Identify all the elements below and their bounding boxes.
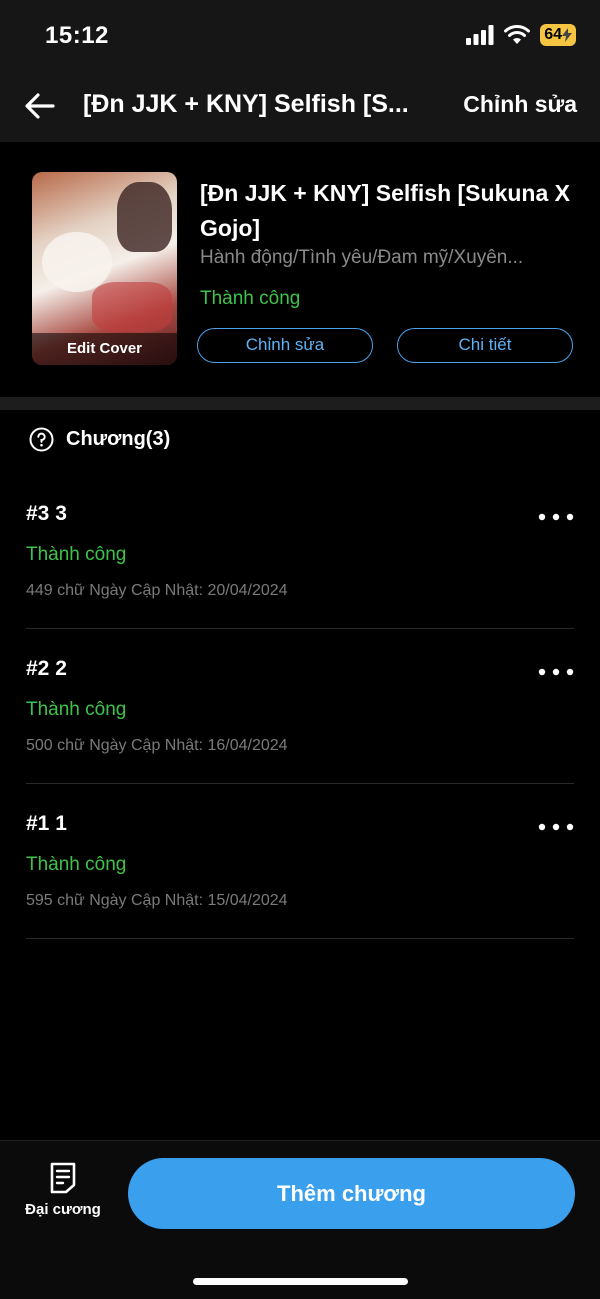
- book-detail-button[interactable]: Chi tiết: [397, 328, 573, 363]
- chapter-meta: 595 chữ Ngày Cập Nhật: 15/04/2024: [26, 892, 288, 909]
- chapter-item[interactable]: #1 1 Thành công 595 chữ Ngày Cập Nhật: 1…: [26, 784, 574, 939]
- wifi-icon: [504, 25, 531, 44]
- document-icon: [50, 1162, 76, 1194]
- charging-bolt-icon: [562, 28, 572, 42]
- more-options-icon[interactable]: [538, 510, 574, 524]
- book-title: [Đn JJK + KNY] Selfish [Sukuna X Gojo]: [200, 180, 570, 241]
- chapter-meta: 449 chữ Ngày Cập Nhật: 20/04/2024: [26, 582, 288, 599]
- chapters-title: Chương(3): [66, 428, 171, 450]
- status-icons: 64: [466, 24, 576, 46]
- add-chapter-button[interactable]: Thêm chương: [128, 1158, 575, 1229]
- more-options-icon[interactable]: [538, 665, 574, 679]
- chapter-title: #2 2: [26, 657, 67, 680]
- section-divider: [0, 397, 600, 410]
- arrow-left-icon: [25, 93, 55, 119]
- battery-indicator: 64: [540, 24, 576, 46]
- edit-cover-label[interactable]: Edit Cover: [32, 333, 177, 365]
- book-cover[interactable]: Edit Cover: [32, 172, 177, 365]
- chapter-title: #1 1: [26, 812, 67, 835]
- book-genres: Hành động/Tình yêu/Đam mỹ/Xuyên...: [200, 247, 524, 268]
- chapter-status: Thành công: [26, 854, 127, 875]
- battery-level: 64: [544, 26, 562, 43]
- chapter-title: #3 3: [26, 502, 67, 525]
- chapter-status: Thành công: [26, 699, 127, 720]
- help-circle-icon[interactable]: [29, 427, 54, 452]
- cover-art: [117, 182, 172, 252]
- chapter-item[interactable]: #3 3 Thành công 449 chữ Ngày Cập Nhật: 2…: [26, 474, 574, 629]
- outline-label: Đại cương: [25, 1201, 101, 1218]
- status-bar: 15:12 64: [0, 0, 600, 72]
- cover-art: [42, 232, 112, 292]
- home-indicator[interactable]: [193, 1278, 408, 1285]
- chapter-meta: 500 chữ Ngày Cập Nhật: 16/04/2024: [26, 737, 288, 754]
- chapter-status: Thành công: [26, 544, 127, 565]
- back-button[interactable]: [22, 88, 58, 124]
- more-options-icon[interactable]: [538, 820, 574, 834]
- signal-icon: [466, 25, 494, 45]
- book-status: Thành công: [200, 288, 301, 309]
- outline-button[interactable]: Đại cương: [20, 1161, 106, 1218]
- edit-book-button[interactable]: Chỉnh sửa: [197, 328, 373, 363]
- cover-art: [92, 282, 172, 332]
- chapter-item[interactable]: #2 2 Thành công 500 chữ Ngày Cập Nhật: 1…: [26, 629, 574, 784]
- status-time: 15:12: [45, 22, 109, 49]
- bottom-bar: Đại cương Thêm chương: [0, 1140, 600, 1299]
- nav-edit-button[interactable]: Chỉnh sửa: [463, 91, 577, 118]
- chapters-header: Chương(3): [29, 427, 170, 452]
- nav-title: [Đn JJK + KNY] Selfish [S...: [83, 90, 409, 118]
- book-card: Edit Cover [Đn JJK + KNY] Selfish [Sukun…: [0, 142, 600, 397]
- nav-bar: [Đn JJK + KNY] Selfish [S... Chỉnh sửa: [0, 72, 600, 142]
